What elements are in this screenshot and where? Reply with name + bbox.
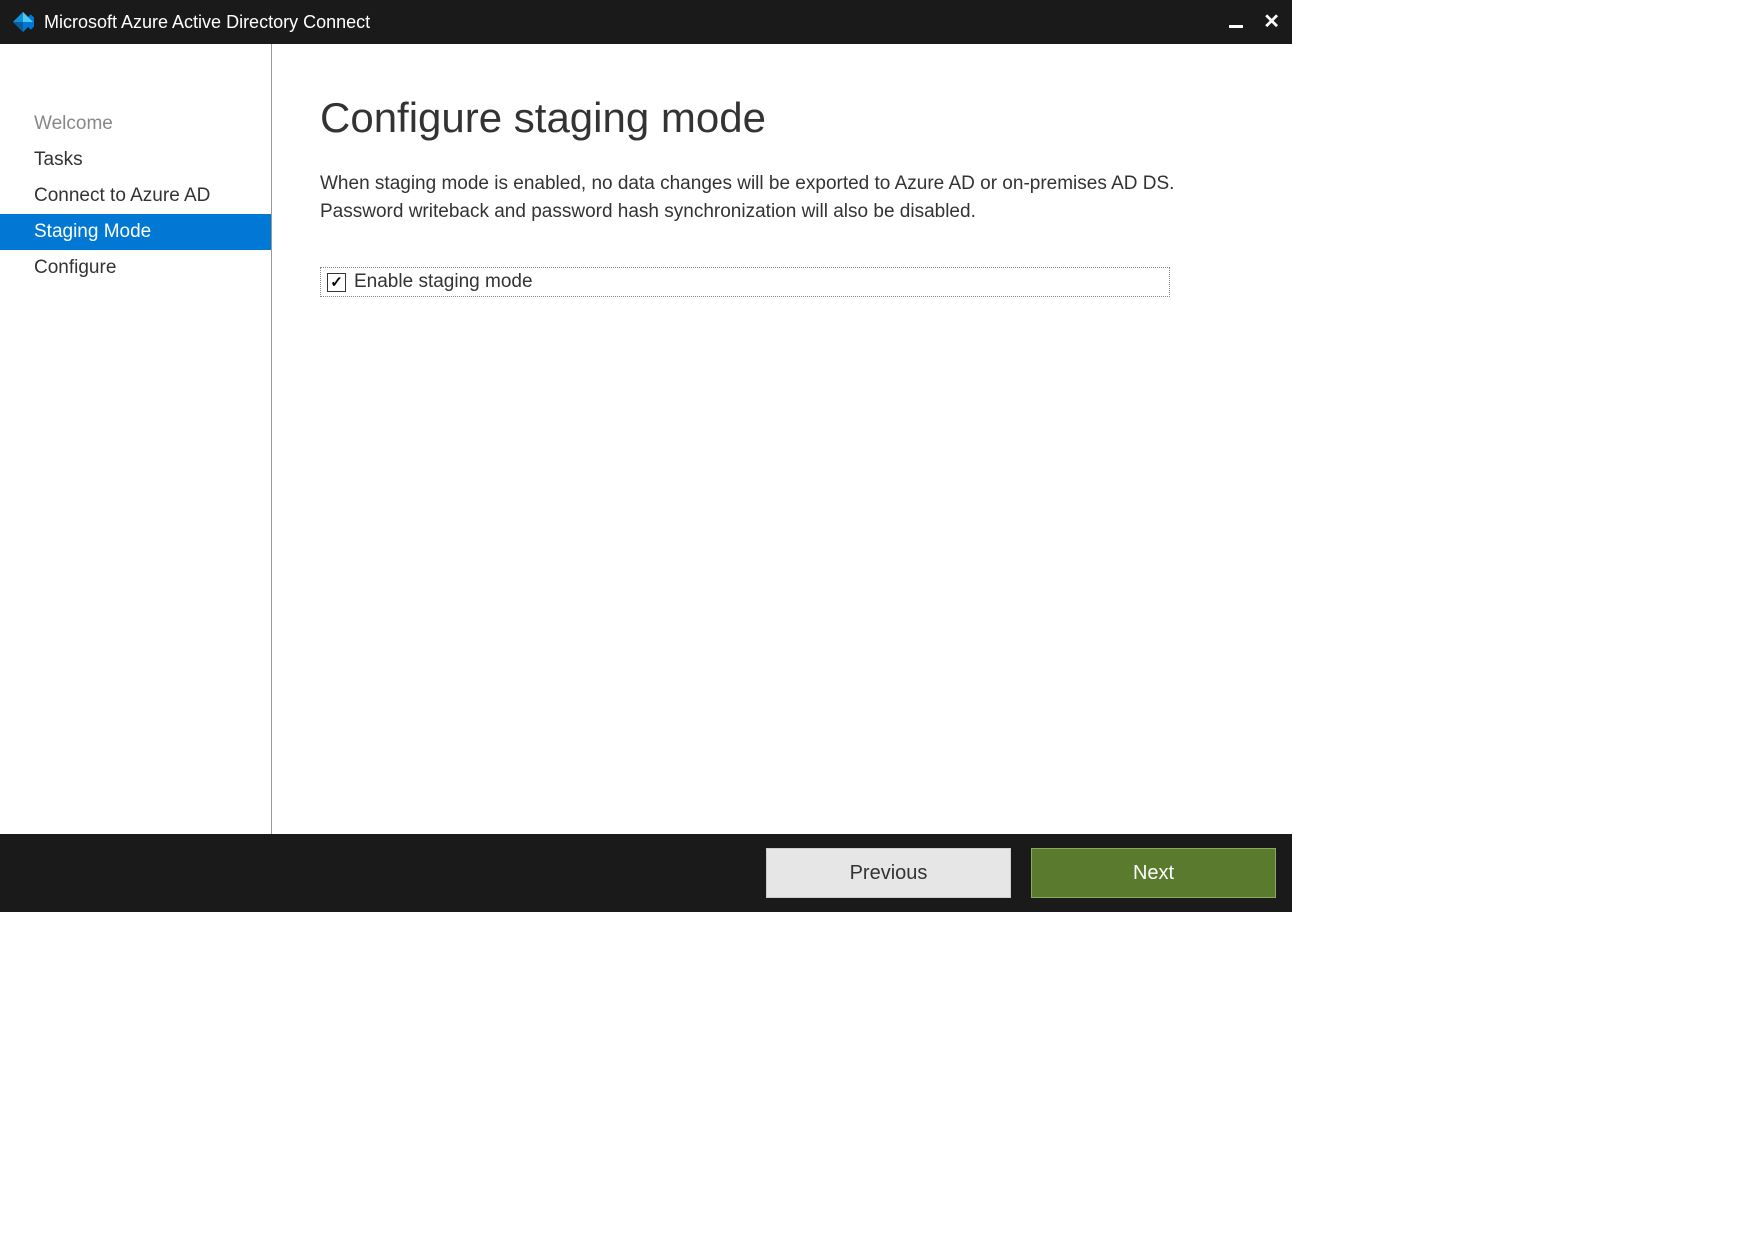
- sidebar-item-welcome[interactable]: Welcome: [0, 106, 271, 142]
- close-icon[interactable]: ✕: [1263, 12, 1280, 32]
- checkmark-icon: ✓: [330, 275, 343, 290]
- checkbox-box-icon: ✓: [327, 273, 346, 292]
- footer: Previous Next: [0, 834, 1292, 912]
- previous-button[interactable]: Previous: [766, 848, 1011, 898]
- sidebar-item-label: Tasks: [34, 149, 83, 170]
- page-title: Configure staging mode: [320, 94, 1244, 142]
- titlebar: Microsoft Azure Active Directory Connect…: [0, 0, 1292, 44]
- checkbox-label: Enable staging mode: [354, 271, 533, 293]
- next-button[interactable]: Next: [1031, 848, 1276, 898]
- body-area: Welcome Tasks Connect to Azure AD Stagin…: [0, 44, 1292, 834]
- sidebar-item-tasks[interactable]: Tasks: [0, 142, 271, 178]
- sidebar-item-label: Welcome: [34, 113, 113, 134]
- sidebar-item-connect-azure-ad[interactable]: Connect to Azure AD: [0, 178, 271, 214]
- sidebar-item-label: Configure: [34, 257, 116, 278]
- page-description: When staging mode is enabled, no data ch…: [320, 170, 1180, 225]
- sidebar-item-staging-mode[interactable]: Staging Mode: [0, 214, 271, 250]
- sidebar-item-label: Connect to Azure AD: [34, 185, 210, 206]
- window-title: Microsoft Azure Active Directory Connect: [44, 12, 1229, 33]
- minimize-icon[interactable]: [1229, 25, 1243, 28]
- enable-staging-mode-checkbox[interactable]: ✓ Enable staging mode: [320, 267, 1170, 297]
- azure-logo-icon: [12, 11, 34, 33]
- sidebar-item-configure[interactable]: Configure: [0, 250, 271, 286]
- main-content: Configure staging mode When staging mode…: [272, 44, 1292, 834]
- sidebar: Welcome Tasks Connect to Azure AD Stagin…: [0, 44, 272, 834]
- window-controls: ✕: [1229, 12, 1280, 32]
- sidebar-item-label: Staging Mode: [34, 221, 151, 242]
